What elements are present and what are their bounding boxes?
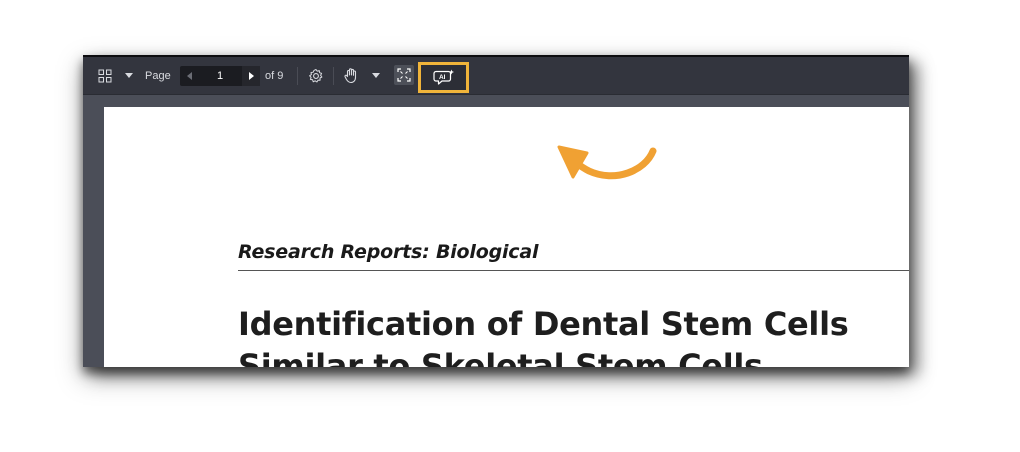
prev-page-button[interactable] — [180, 66, 198, 86]
pan-tool-button[interactable] — [340, 57, 362, 94]
gear-icon — [309, 68, 323, 82]
document-page: Research Reports: Biological Identificat… — [104, 107, 909, 367]
page-total: of 9 — [265, 69, 284, 82]
paper-title: Identification of Dental Stem Cells Simi… — [238, 303, 909, 367]
chevron-down-icon — [372, 73, 380, 78]
current-page-input[interactable]: 1 — [198, 66, 242, 86]
ai-assistant-icon: AI — [432, 69, 454, 85]
page-navigator: 1 — [180, 66, 260, 86]
ai-assistant-button[interactable]: AI — [418, 62, 469, 93]
page-label: Page — [145, 69, 171, 82]
viewer-toolbar: Page 1 of 9 AI — [83, 57, 909, 95]
thumbnails-button[interactable] — [95, 57, 115, 94]
ai-badge-text: AI — [438, 74, 445, 81]
chevron-down-icon — [125, 73, 133, 78]
next-page-button[interactable] — [242, 66, 260, 86]
paper-title-line1: Identification of Dental Stem Cells — [238, 305, 849, 343]
fit-page-icon — [397, 68, 411, 82]
prev-page-icon — [186, 72, 192, 80]
toolbar-divider — [333, 67, 334, 85]
section-rule — [238, 270, 909, 271]
settings-button[interactable] — [305, 57, 327, 94]
thumbnail-grid-icon — [98, 69, 112, 82]
view-mode-dropdown[interactable] — [123, 57, 135, 94]
pdf-viewer-window: Page 1 of 9 AI Research Reports: Biologi… — [83, 55, 909, 367]
next-page-icon — [248, 72, 254, 80]
curved-arrow-icon — [557, 145, 657, 180]
hand-pan-icon — [343, 68, 356, 84]
fit-page-button[interactable] — [394, 65, 414, 85]
tool-dropdown[interactable] — [370, 57, 382, 94]
toolbar-divider — [297, 67, 298, 85]
paper-title-line2: Similar to Skeletal Stem Cells — [238, 347, 763, 367]
section-heading: Research Reports: Biological — [238, 241, 539, 263]
